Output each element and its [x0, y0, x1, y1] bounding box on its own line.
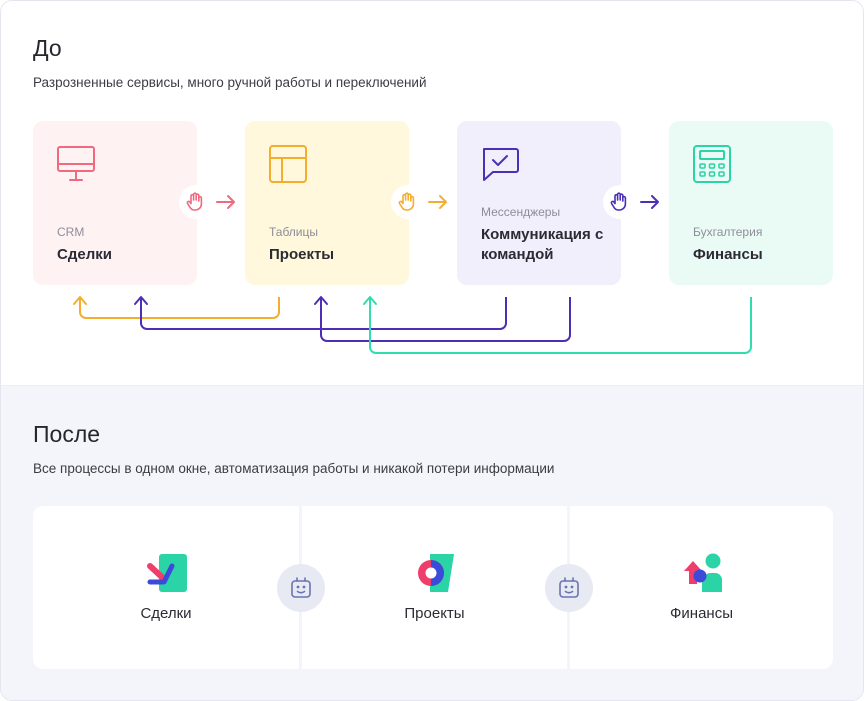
- projects-logo-icon: [418, 554, 454, 592]
- link-purple-1: [140, 297, 507, 330]
- robot-icon: [545, 564, 593, 612]
- panel-label: Сделки: [140, 605, 192, 622]
- panel-label: Финансы: [670, 605, 733, 622]
- after-title: После: [33, 421, 101, 447]
- comparison-frame: До Разрозненные сервисы, много ручной ра…: [0, 0, 864, 701]
- deals-logo-icon: [147, 554, 187, 592]
- robot-icon: [277, 564, 325, 612]
- panel-projects: Проекты: [302, 506, 567, 669]
- link-teal: [369, 297, 752, 354]
- before-section: До Разрозненные сервисы, много ручной ра…: [1, 1, 863, 385]
- panel-finance: Финансы: [570, 506, 833, 669]
- panel-label: Проекты: [404, 605, 465, 622]
- panel-deals: Сделки: [33, 506, 299, 669]
- feedback-connectors: [73, 296, 752, 354]
- finance-logo-icon: [684, 553, 722, 592]
- link-orange: [79, 297, 280, 319]
- link-purple-2: [320, 297, 571, 342]
- after-subtitle: Все процессы в одном окне, автоматизация…: [33, 461, 555, 476]
